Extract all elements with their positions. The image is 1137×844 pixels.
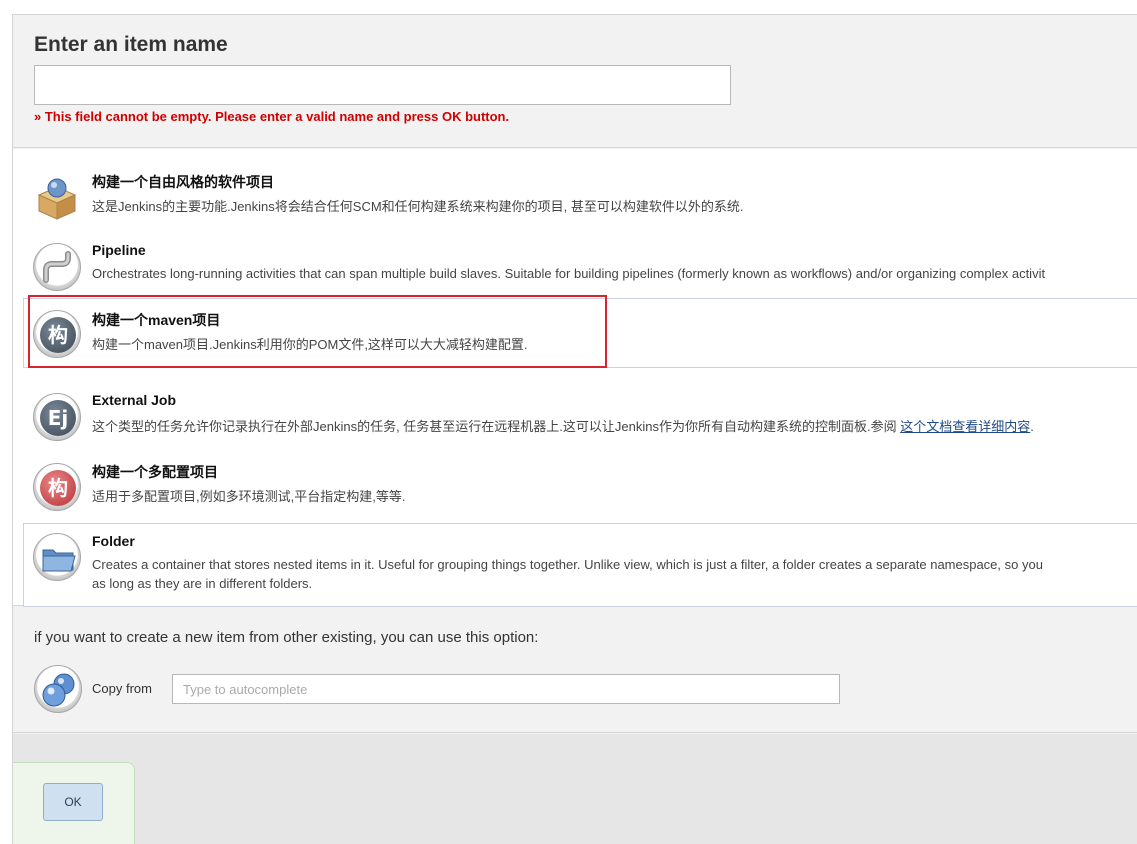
item-description-line2: as long as they are in different folders… [92, 576, 313, 591]
documentation-link[interactable]: 这个文档查看详细内容 [900, 419, 1030, 434]
item-description-tail: . [1030, 419, 1034, 434]
footer-area [13, 734, 1137, 844]
item-title: Folder [92, 533, 135, 549]
copy-icon [34, 665, 82, 713]
item-description: 适用于多配置项目,例如多环境测试,平台指定构建,等等. [92, 489, 406, 504]
item-title: 构建一个多配置项目 [92, 464, 218, 480]
item-title: 构建一个maven项目 [92, 312, 221, 328]
copy-hint: if you want to create a new item from ot… [34, 629, 539, 646]
copy-from-label: Copy from [92, 681, 152, 696]
item-description: Orchestrates long-running activities tha… [92, 266, 1046, 281]
new-item-page: Enter an item name » This field cannot b… [12, 14, 1137, 844]
item-title: Pipeline [92, 242, 146, 258]
external-job-icon: Ej [33, 393, 81, 441]
copy-from-input[interactable] [172, 674, 840, 704]
item-description: 构建一个maven项目.Jenkins利用你的POM文件,这样可以大大减轻构建配… [92, 337, 528, 352]
item-title: 构建一个自由风格的软件项目 [92, 174, 274, 190]
item-description: 这是Jenkins的主要功能.Jenkins将会结合任何SCM和任何构建系统来构… [92, 199, 744, 214]
item-type-folder[interactable]: Folder Creates a container that stores n… [23, 523, 1137, 607]
item-type-maven[interactable]: 构 构建一个maven项目 构建一个maven项目.Jenkins利用你的POM… [23, 298, 1137, 368]
page-title: Enter an item name [34, 33, 228, 56]
item-type-external-job[interactable]: Ej External Job 这个类型的任务允许你记录执行在外部Jenkins… [23, 383, 1137, 453]
item-description-text: 这个类型的任务允许你记录执行在外部Jenkins的任务, 任务甚至运行在远程机器… [92, 419, 901, 434]
ok-button[interactable]: OK [43, 783, 103, 821]
item-description: 这个类型的任务允许你记录执行在外部Jenkins的任务, 任务甚至运行在远程机器… [92, 416, 1034, 435]
copy-from-section: if you want to create a new item from ot… [13, 607, 1137, 733]
pipeline-icon [33, 243, 81, 291]
item-type-pipeline[interactable]: Pipeline Orchestrates long-running activ… [23, 233, 1137, 303]
item-type-freestyle[interactable]: 构建一个自由风格的软件项目 这是Jenkins的主要功能.Jenkins将会结合… [23, 163, 1137, 233]
item-type-multi-configuration[interactable]: 构 构建一个多配置项目 适用于多配置项目,例如多环境测试,平台指定构建,等等. [23, 453, 1137, 523]
ok-panel: OK [13, 762, 135, 844]
item-description: Creates a container that stores nested i… [92, 557, 1043, 572]
folder-icon [33, 533, 81, 581]
name-error-message: » This field cannot be empty. Please ent… [34, 109, 510, 124]
item-name-section: Enter an item name » This field cannot b… [13, 15, 1137, 148]
item-title: External Job [92, 392, 177, 408]
maven-icon: 构 [33, 310, 81, 358]
matrix-icon: 构 [33, 463, 81, 511]
freestyle-box-icon [33, 173, 81, 221]
item-type-list: 构建一个自由风格的软件项目 这是Jenkins的主要功能.Jenkins将会结合… [13, 149, 1137, 607]
item-name-input[interactable] [34, 65, 731, 105]
